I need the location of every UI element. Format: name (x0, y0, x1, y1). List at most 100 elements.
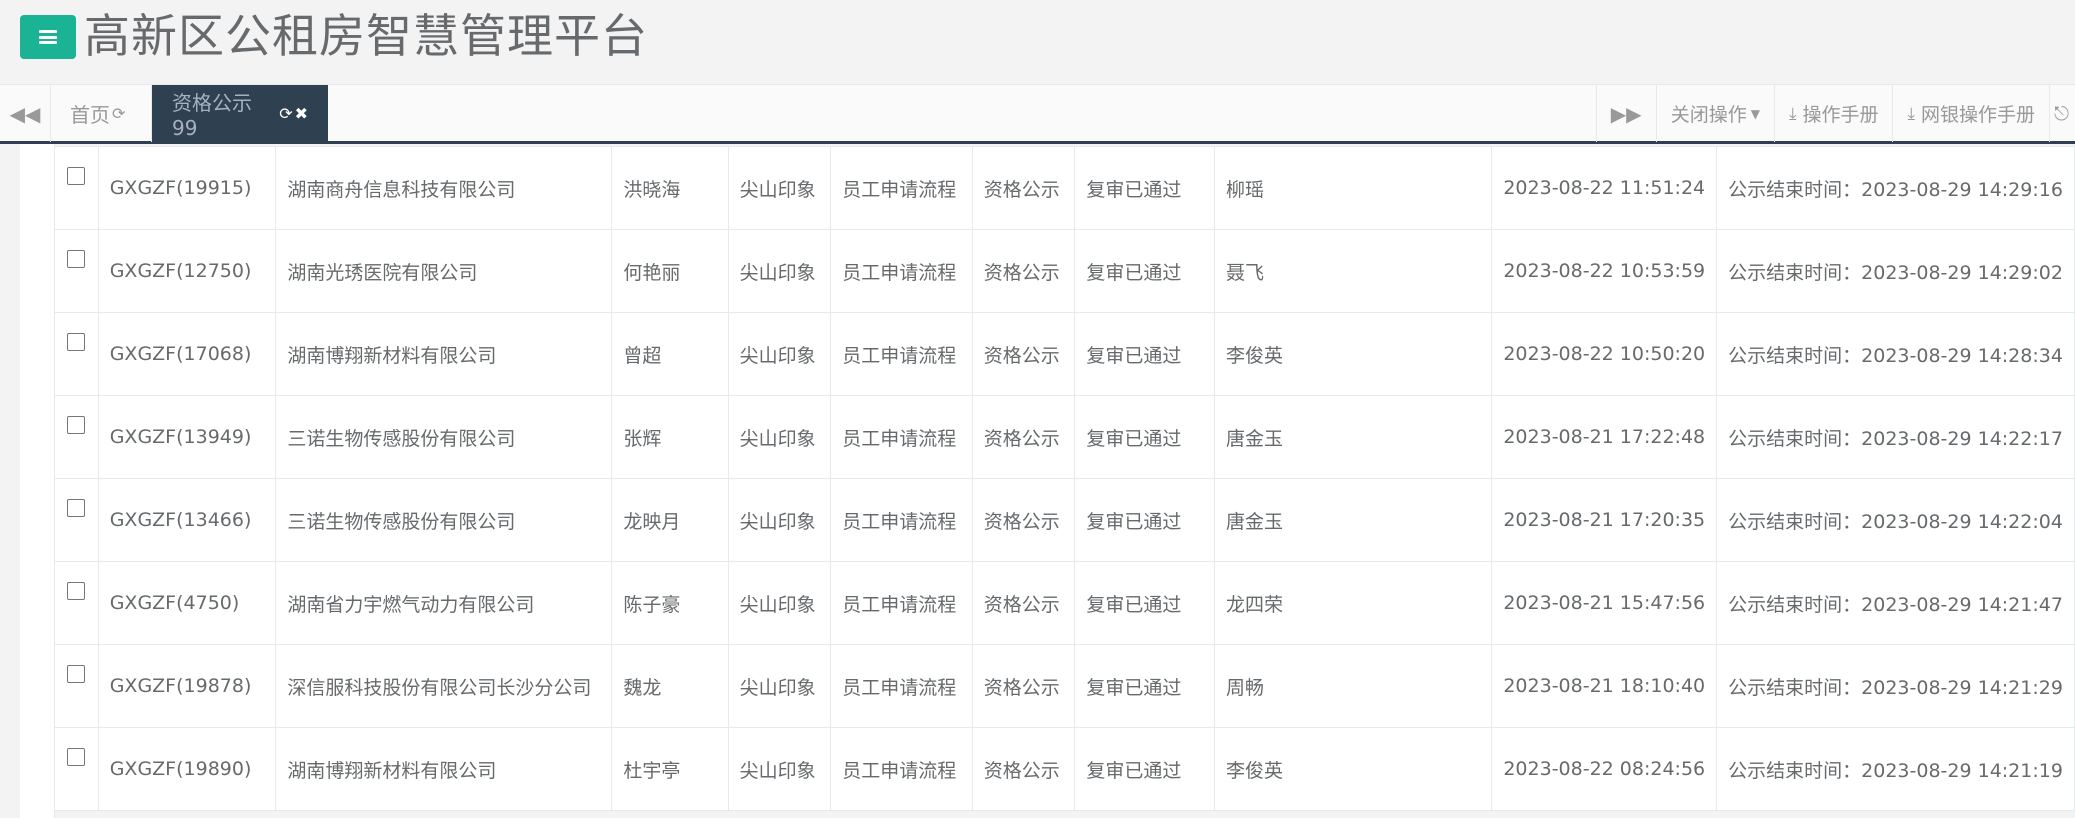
row-select-cell (54, 727, 99, 811)
row-checkbox[interactable] (67, 499, 86, 517)
submit-time-cell: 2023-08-22 10:50:20 (1491, 312, 1718, 396)
reviewer-cell: 李俊英 (1214, 312, 1493, 396)
company-cell: 湖南省力宇燃气动力有限公司 (275, 561, 613, 645)
applicant-cell: 杜宇亭 (611, 727, 729, 811)
submit-time-cell: 2023-08-21 15:47:56 (1491, 561, 1718, 645)
bank-manual-link[interactable]: ⤓ 网银操作手册 (1892, 85, 2049, 142)
notice-end-time-cell: 公示结束时间：2023-08-29 14:22:17 (1716, 395, 2075, 479)
flow-cell: 员工申请流程 (830, 727, 973, 811)
close-icon[interactable]: ✖ (295, 104, 308, 123)
application-code-cell: GXGZF(13949) (97, 395, 277, 479)
row-select-cell (54, 478, 99, 562)
menu-toggle-button[interactable] (20, 15, 76, 59)
exit-button[interactable]: ⎋ (2049, 85, 2075, 142)
project-cell: 尖山印象 (727, 312, 832, 396)
table-row[interactable]: GXGZF(19915) 湖南商舟信息科技有限公司 洪晓海 尖山印象 员工申请流程 资格公… (54, 146, 2075, 230)
flow-cell: 员工申请流程 (830, 478, 973, 562)
bank-manual-label: 网银操作手册 (1920, 104, 2035, 126)
status-cell: 复审已通过 (1074, 561, 1216, 645)
row-checkbox[interactable] (67, 333, 86, 351)
table-row[interactable]: GXGZF(13949) 三诺生物传感股份有限公司 张辉 尖山印象 员工申请流程 资格公示… (54, 395, 2075, 479)
reviewer-cell: 李俊英 (1214, 727, 1493, 811)
notice-end-time-cell: 公示结束时间：2023-08-29 14:21:19 (1716, 727, 2075, 811)
row-select-cell (54, 229, 99, 313)
row-checkbox[interactable] (67, 167, 86, 185)
company-cell: 三诺生物传感股份有限公司 (275, 478, 613, 562)
table-row[interactable]: GXGZF(19878) 深信服科技股份有限公司长沙分公司 魏龙 尖山印象 员工申请流程… (54, 644, 2075, 728)
row-checkbox[interactable] (67, 416, 86, 434)
refresh-icon[interactable]: ⟳ (112, 104, 125, 123)
project-cell: 尖山印象 (727, 561, 832, 645)
submit-time-cell: 2023-08-22 11:51:24 (1491, 146, 1718, 230)
application-code-cell: GXGZF(19915) (97, 146, 277, 230)
left-gutter (20, 144, 55, 818)
tab-home[interactable]: 首页 ⟳ (50, 85, 152, 142)
stage-cell: 资格公示 (971, 478, 1076, 562)
tab-scroll-left-button[interactable]: ◀◀ (0, 85, 51, 142)
row-select-cell (54, 644, 99, 728)
table-row[interactable]: GXGZF(4750) 湖南省力宇燃气动力有限公司 陈子豪 尖山印象 员工申请流程 资格公… (54, 561, 2075, 645)
company-cell: 湖南博翔新材料有限公司 (275, 727, 613, 811)
stage-cell: 资格公示 (971, 644, 1076, 728)
stage-cell: 资格公示 (971, 727, 1076, 811)
stage-cell: 资格公示 (971, 395, 1076, 479)
company-cell: 湖南商舟信息科技有限公司 (275, 146, 613, 230)
applicant-cell: 魏龙 (611, 644, 729, 728)
top-header: 高新区公租房智慧管理平台 (0, 0, 2075, 84)
download-icon: ⤓ (1907, 103, 1915, 124)
app-title: 高新区公租房智慧管理平台 (84, 9, 648, 63)
download-icon: ⤓ (1788, 103, 1797, 124)
submit-time-cell: 2023-08-22 08:24:56 (1491, 727, 1718, 811)
applicant-cell: 曾超 (611, 312, 729, 396)
table-row[interactable]: GXGZF(17068) 湖南博翔新材料有限公司 曾超 尖山印象 员工申请流程 资格公示复… (54, 312, 2075, 396)
close-operations-dropdown[interactable]: 关闭操作 ▼ (1655, 85, 1774, 142)
row-checkbox[interactable] (67, 665, 86, 683)
notice-end-time-cell: 公示结束时间：2023-08-29 14:29:16 (1716, 146, 2075, 230)
company-cell: 湖南博翔新材料有限公司 (275, 312, 613, 396)
table-body: GXGZF(19915) 湖南商舟信息科技有限公司 洪晓海 尖山印象 员工申请流程 资格公… (54, 146, 2075, 811)
application-code-cell: GXGZF(4750) (97, 561, 277, 645)
hamburger-icon (39, 30, 57, 44)
row-checkbox[interactable] (67, 250, 86, 268)
row-select-cell (54, 146, 99, 230)
reviewer-cell: 唐金玉 (1214, 395, 1493, 479)
caret-down-icon: ▼ (1750, 106, 1760, 121)
status-cell: 复审已通过 (1074, 727, 1216, 811)
tab-qualification-notice[interactable]: 资格公示99 ⟳ ✖ (152, 85, 328, 142)
stage-cell: 资格公示 (971, 561, 1076, 645)
submit-time-cell: 2023-08-21 17:20:35 (1491, 478, 1718, 562)
reviewer-cell: 周畅 (1214, 644, 1493, 728)
tab-scroll-right-button[interactable]: ▶▶ (1595, 85, 1656, 142)
flow-cell: 员工申请流程 (830, 395, 973, 479)
stage-cell: 资格公示 (971, 229, 1076, 313)
submit-time-cell: 2023-08-22 10:53:59 (1491, 229, 1718, 313)
row-select-cell (54, 395, 99, 479)
row-checkbox[interactable] (67, 748, 86, 766)
row-select-cell (54, 312, 99, 396)
project-cell: 尖山印象 (727, 229, 832, 313)
status-cell: 复审已通过 (1074, 644, 1216, 728)
applicant-cell: 龙映月 (611, 478, 729, 562)
table-row[interactable]: GXGZF(13466) 三诺生物传感股份有限公司 龙映月 尖山印象 员工申请流程 资格公… (54, 478, 2075, 562)
table-row[interactable]: GXGZF(12750) 湖南光琇医院有限公司 何艳丽 尖山印象 员工申请流程 资格公示复… (54, 229, 2075, 313)
tab-home-label: 首页 (70, 103, 110, 127)
submit-time-cell: 2023-08-21 17:22:48 (1491, 395, 1718, 479)
refresh-icon[interactable]: ⟳ (279, 104, 292, 123)
row-checkbox[interactable] (67, 582, 86, 600)
reviewer-cell: 柳瑶 (1214, 146, 1493, 230)
notice-end-time-cell: 公示结束时间：2023-08-29 14:21:47 (1716, 561, 2075, 645)
status-cell: 复审已通过 (1074, 229, 1216, 313)
applicant-cell: 陈子豪 (611, 561, 729, 645)
table-row[interactable]: GXGZF(19890) 湖南博翔新材料有限公司 杜宇亭 尖山印象 员工申请流程 资格公示… (54, 727, 2075, 811)
operation-manual-link[interactable]: ⤓ 操作手册 (1773, 85, 1893, 142)
application-code-cell: GXGZF(19890) (97, 727, 277, 811)
application-code-cell: GXGZF(13466) (97, 478, 277, 562)
stage-cell: 资格公示 (971, 312, 1076, 396)
company-cell: 三诺生物传感股份有限公司 (275, 395, 613, 479)
application-code-cell: GXGZF(17068) (97, 312, 277, 396)
status-cell: 复审已通过 (1074, 146, 1216, 230)
tab-bar: ◀◀ 首页 ⟳ 资格公示99 ⟳ ✖ ▶▶ 关闭操作 ▼ ⤓ 操作手册 ⤓ 网银… (0, 84, 2075, 144)
notice-end-time-cell: 公示结束时间：2023-08-29 14:21:29 (1716, 644, 2075, 728)
flow-cell: 员工申请流程 (830, 146, 973, 230)
close-operations-label: 关闭操作 (1670, 104, 1747, 126)
